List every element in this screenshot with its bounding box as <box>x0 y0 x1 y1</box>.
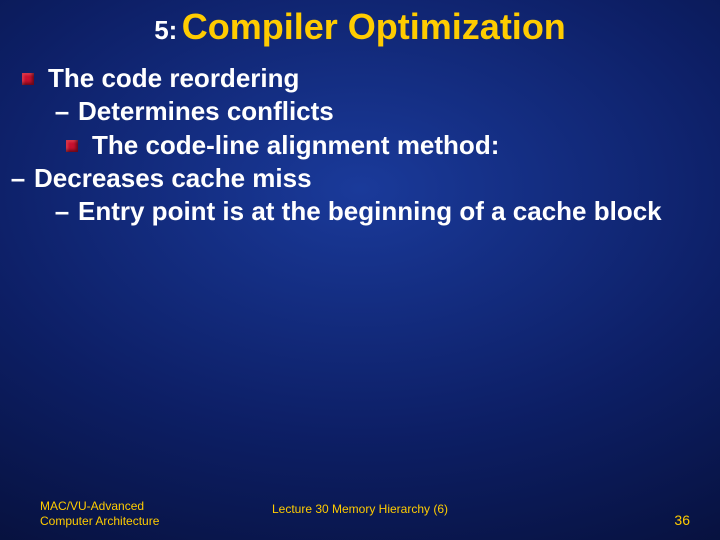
bullet-text: The code-line alignment method: <box>92 129 712 162</box>
sub-bullet-row: – Decreases cache miss <box>8 162 712 195</box>
square-bullet-icon <box>66 140 78 152</box>
bullet-text: The code reordering <box>48 62 712 95</box>
footer-left-line2: Computer Architecture <box>40 514 159 528</box>
slide-title: 5: Compiler Optimization <box>0 6 720 48</box>
dash-icon: – <box>52 195 72 228</box>
title-prefix: 5: <box>154 15 177 45</box>
slide-content: The code reordering – Determines conflic… <box>0 62 720 228</box>
slide: 5: Compiler Optimization The code reorde… <box>0 0 720 540</box>
footer-left: MAC/VU-Advanced Computer Architecture <box>40 499 159 528</box>
square-bullet-icon <box>22 73 34 85</box>
sub-bullet-row: – Entry point is at the beginning of a c… <box>8 195 712 228</box>
footer-center: Lecture 30 Memory Hierarchy (6) <box>272 502 448 516</box>
bullet-text: Entry point is at the beginning of a cac… <box>78 195 712 228</box>
dash-icon: – <box>8 162 28 195</box>
bullet-row: The code-line alignment method: <box>8 129 712 162</box>
bullet-text: Decreases cache miss <box>34 162 712 195</box>
dash-icon: – <box>52 95 72 128</box>
footer-left-line1: MAC/VU-Advanced <box>40 499 159 513</box>
bullet-text: Determines conflicts <box>78 95 712 128</box>
slide-footer: MAC/VU-Advanced Computer Architecture Le… <box>0 499 720 528</box>
page-number: 36 <box>674 512 690 528</box>
sub-bullet-row: – Determines conflicts <box>8 95 712 128</box>
bullet-row: The code reordering <box>8 62 712 95</box>
title-main: Compiler Optimization <box>182 6 566 47</box>
